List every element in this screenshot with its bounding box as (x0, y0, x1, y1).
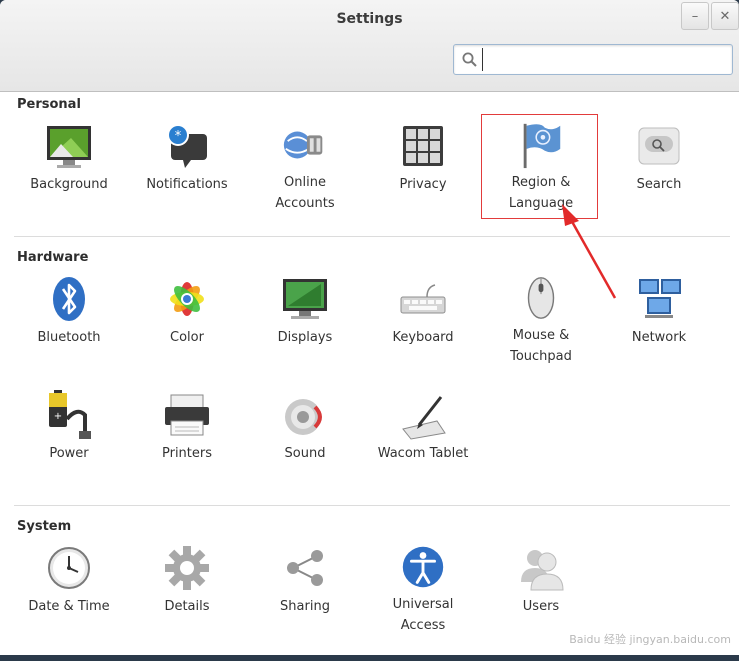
settings-window: Settings – ✕ Personal Hardware System Ba… (0, 0, 739, 655)
settings-item-label: Region & Language (508, 175, 574, 211)
settings-item-label: Displays (277, 330, 333, 345)
settings-item-label: Online Accounts (275, 175, 335, 211)
settings-item-label: Keyboard (392, 330, 454, 345)
mouse-icon (527, 277, 555, 319)
close-button[interactable]: ✕ (711, 2, 739, 30)
share-icon (287, 550, 323, 586)
settings-item-label: Sharing (280, 599, 330, 614)
settings-item-background[interactable]: Background (10, 114, 128, 214)
settings-item-color[interactable]: Color (128, 267, 246, 367)
settings-item-power[interactable]: + Power (10, 383, 128, 483)
settings-item-label: Date & Time (28, 599, 110, 614)
window-title: Settings (336, 11, 403, 27)
tablet-icon (402, 396, 446, 440)
settings-item-search[interactable]: Search (600, 114, 718, 214)
settings-item-label: Power (49, 446, 89, 461)
settings-item-label: Sound (284, 446, 326, 461)
privacy-icon (403, 126, 443, 166)
settings-item-datetime[interactable]: Date & Time (10, 536, 128, 636)
settings-item-users[interactable]: Users (482, 536, 600, 636)
settings-item-sharing[interactable]: Sharing (246, 536, 364, 636)
settings-item-network[interactable]: Network (600, 267, 718, 367)
settings-item-label: Printers (161, 446, 213, 461)
search-input[interactable] (482, 48, 728, 71)
background-icon (47, 126, 91, 168)
display-icon (283, 279, 327, 319)
settings-item-mouse[interactable]: Mouse & Touchpad (482, 267, 600, 367)
section-title-system: System (17, 519, 72, 534)
settings-item-label: Color (170, 330, 204, 345)
search-settings-icon (638, 127, 680, 165)
divider (14, 505, 730, 506)
network-icon (639, 279, 681, 318)
settings-panel: Personal Hardware System Baidu 经验 jingya… (0, 92, 739, 655)
settings-item-label: Details (164, 599, 210, 614)
section-title-personal: Personal (17, 97, 81, 112)
settings-item-wacom[interactable]: Wacom Tablet (364, 383, 482, 483)
search-icon (462, 52, 477, 67)
settings-item-displays[interactable]: Displays (246, 267, 364, 367)
keyboard-icon (400, 284, 446, 314)
svg-text:+: + (54, 411, 62, 422)
settings-item-label: Notifications (146, 177, 228, 192)
settings-item-keyboard[interactable]: Keyboard (364, 267, 482, 367)
online-accounts-icon (283, 131, 323, 159)
settings-item-label: Wacom Tablet (377, 446, 469, 461)
search-field[interactable] (453, 44, 733, 75)
settings-item-universal-access[interactable]: Universal Access (364, 536, 482, 636)
section-title-hardware: Hardware (17, 250, 89, 265)
title-bar: Settings – ✕ (0, 0, 739, 92)
settings-item-label: Users (522, 599, 560, 614)
users-icon (521, 550, 564, 591)
settings-item-sound[interactable]: Sound (246, 383, 364, 483)
clock-icon (48, 547, 90, 589)
settings-item-bluetooth[interactable]: Bluetooth (10, 267, 128, 367)
settings-item-region-language[interactable]: Region & Language (482, 114, 600, 214)
svg-text:*: * (175, 129, 182, 144)
gear-icon (165, 546, 209, 590)
accessibility-icon (402, 546, 444, 588)
settings-item-online-accounts[interactable]: Online Accounts (246, 114, 364, 214)
settings-item-label: Bluetooth (37, 330, 101, 345)
color-icon (170, 282, 204, 316)
speaker-icon (285, 399, 322, 435)
settings-item-label: Privacy (399, 177, 447, 192)
flag-icon (523, 123, 561, 169)
settings-item-notifications[interactable]: * Notifications (128, 114, 246, 214)
settings-item-printers[interactable]: Printers (128, 383, 246, 483)
bluetooth-icon (53, 277, 85, 321)
settings-item-label: Search (636, 177, 682, 192)
printer-icon (165, 394, 209, 436)
settings-item-details[interactable]: Details (128, 536, 246, 636)
divider (14, 236, 730, 237)
settings-item-privacy[interactable]: Privacy (364, 114, 482, 214)
settings-item-label: Universal Access (392, 597, 454, 633)
minimize-button[interactable]: – (681, 2, 709, 30)
battery-icon: + (49, 390, 91, 439)
settings-item-label: Mouse & Touchpad (510, 328, 572, 364)
notifications-icon: * (167, 124, 207, 168)
window-controls: – ✕ (679, 2, 739, 30)
settings-item-label: Background (30, 177, 108, 192)
settings-item-label: Network (631, 330, 687, 345)
